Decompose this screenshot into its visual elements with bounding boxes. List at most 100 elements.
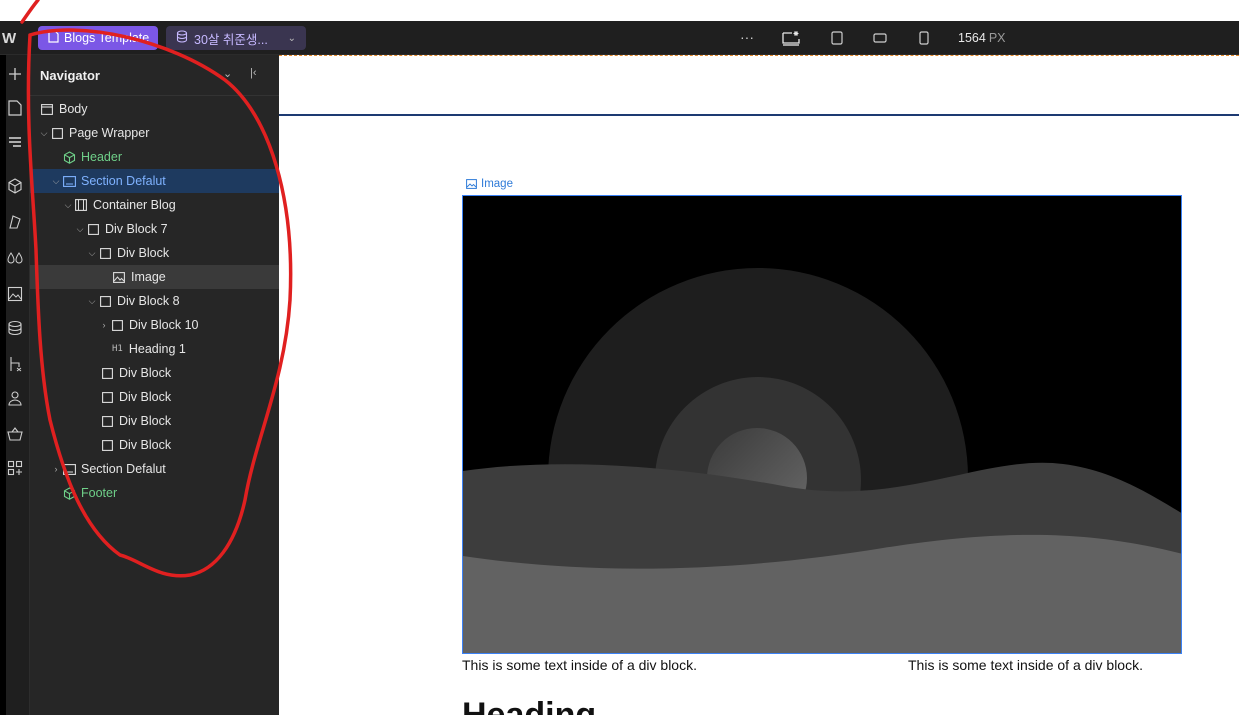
nav-item-label: Header: [81, 150, 122, 164]
body-icon: [40, 102, 54, 116]
div-block-icon: [100, 366, 114, 380]
image-icon: [112, 270, 126, 284]
canvas-width-unit: PX: [988, 31, 1006, 45]
nav-item-section-default-2[interactable]: › Section Defalut: [30, 457, 279, 481]
assets-icon[interactable]: [4, 283, 26, 305]
page-icon: [48, 30, 59, 46]
div-block-icon: [98, 246, 112, 260]
canvas-width-value: 1564: [958, 31, 986, 45]
add-icon[interactable]: [4, 63, 26, 85]
div-block-text-left: This is some text inside of a div block.: [462, 657, 697, 673]
style-manager-icon[interactable]: [4, 211, 26, 233]
nav-item-heading-1[interactable]: H1 Heading 1: [30, 337, 279, 361]
webflow-logo-icon[interactable]: W: [2, 30, 26, 47]
database-icon: [176, 30, 188, 46]
variables-icon[interactable]: [4, 247, 26, 269]
mobile-landscape-breakpoint-icon[interactable]: [869, 27, 891, 49]
nav-item-label: Container Blog: [93, 198, 176, 212]
image-placeholder[interactable]: [462, 195, 1182, 654]
div-block-icon: [100, 414, 114, 428]
chevron-down-icon: ⌄: [287, 32, 296, 44]
nav-item-label: Div Block: [119, 366, 172, 380]
nav-item-container-blog[interactable]: ⌵ Container Blog: [30, 193, 279, 217]
pages-icon[interactable]: [4, 97, 26, 119]
nav-item-label: Body: [59, 102, 88, 116]
cms-icon[interactable]: [4, 317, 26, 339]
nav-item-label: Div Block 8: [117, 294, 180, 308]
nav-item-body[interactable]: Body: [30, 97, 279, 121]
nav-item-div-block[interactable]: Div Block: [30, 361, 279, 385]
chevron-down-icon[interactable]: ⌵: [86, 296, 98, 307]
nav-item-label: Div Block: [119, 438, 172, 452]
nav-item-label: Page Wrapper: [69, 126, 150, 140]
project-pill-label: Blogs Template: [64, 31, 150, 45]
div-block-icon: [100, 390, 114, 404]
more-button[interactable]: ···: [740, 29, 754, 45]
nav-item-div-block[interactable]: Div Block: [30, 385, 279, 409]
nav-item-page-wrapper[interactable]: ⌵ Page Wrapper: [30, 121, 279, 145]
nav-item-label: Div Block 7: [105, 222, 168, 236]
nav-item-section-default[interactable]: ⌵ Section Defalut: [30, 169, 279, 193]
site-dropdown-label: 30살 취준생...: [194, 32, 268, 47]
nav-item-div-block-8[interactable]: ⌵ Div Block 8: [30, 289, 279, 313]
component-icon: [62, 486, 76, 500]
header-divider: [279, 114, 1239, 116]
chevron-right-icon[interactable]: ›: [50, 464, 62, 474]
designer-topbar: W Blogs Template 30살 취준생... ⌄ ··· 1564 PX: [0, 21, 1239, 55]
ecommerce-icon[interactable]: [4, 423, 26, 445]
chevron-down-icon[interactable]: ⌵: [86, 248, 98, 259]
site-dropdown[interactable]: 30살 취준생... ⌄: [166, 26, 306, 50]
nav-item-label: Heading 1: [128, 342, 186, 356]
nav-item-header[interactable]: Header: [30, 145, 279, 169]
nav-item-label: Section Defalut: [81, 462, 166, 476]
tablet-breakpoint-icon[interactable]: [826, 27, 848, 49]
components-icon[interactable]: [4, 175, 26, 197]
collapse-panel-icon[interactable]: |‹: [250, 67, 257, 79]
navigator-icon[interactable]: [4, 131, 26, 153]
chevron-down-icon[interactable]: ⌵: [62, 200, 74, 211]
nav-item-div-block-7[interactable]: ⌵ Div Block 7: [30, 217, 279, 241]
chevron-down-icon[interactable]: ⌵: [74, 224, 86, 235]
nav-item-image[interactable]: Image: [30, 265, 279, 289]
window-edge: [0, 55, 6, 715]
nav-item-div-block[interactable]: ⌵ Div Block: [30, 241, 279, 265]
nav-item-label: Image: [131, 270, 166, 284]
nav-item-div-block[interactable]: Div Block: [30, 433, 279, 457]
div-block-icon: [100, 438, 114, 452]
selected-element-label: Image: [466, 178, 513, 190]
nav-item-label: Div Block 10: [129, 318, 199, 332]
canvas-width-readout: 1564 PX: [958, 31, 1006, 45]
nav-item-div-block-10[interactable]: › Div Block 10: [30, 313, 279, 337]
nav-item-label: Section Defalut: [81, 174, 166, 188]
heading-icon: H1: [112, 344, 123, 354]
image-icon: [466, 179, 477, 189]
selected-element-label-text: Image: [481, 178, 513, 190]
users-icon[interactable]: [4, 387, 26, 409]
chevron-down-icon[interactable]: ⌄: [223, 67, 232, 80]
chevron-down-icon[interactable]: ⌵: [50, 176, 62, 187]
nav-item-footer[interactable]: Footer: [30, 481, 279, 505]
logic-icon[interactable]: [4, 353, 26, 375]
desktop-breakpoint-icon[interactable]: [780, 27, 802, 49]
mobile-portrait-breakpoint-icon[interactable]: [913, 27, 935, 49]
section-icon: [62, 174, 76, 188]
nav-item-label: Div Block: [119, 390, 172, 404]
nav-item-label: Div Block: [117, 246, 170, 260]
div-block-icon: [110, 318, 124, 332]
chevron-down-icon[interactable]: ⌵: [38, 128, 50, 139]
nav-item-label: Footer: [81, 486, 118, 500]
apps-icon[interactable]: [4, 457, 26, 479]
project-pill-button[interactable]: Blogs Template: [38, 26, 158, 50]
navigator-header: Navigator ⌄ |‹: [30, 55, 279, 96]
component-icon: [62, 150, 76, 164]
nav-item-label: Div Block: [119, 414, 172, 428]
top-strip: [0, 0, 1239, 21]
navigator-panel: Navigator ⌄ |‹ Body ⌵ Page Wrapper Heade…: [30, 55, 279, 715]
div-block-icon: [98, 294, 112, 308]
div-block-icon: [86, 222, 100, 236]
div-block-text-right: This is some text inside of a div block.: [908, 657, 1143, 673]
nav-item-div-block[interactable]: Div Block: [30, 409, 279, 433]
heading-1-text: Heading: [462, 700, 596, 715]
chevron-right-icon[interactable]: ›: [98, 320, 110, 330]
navigator-title: Navigator: [40, 68, 100, 83]
